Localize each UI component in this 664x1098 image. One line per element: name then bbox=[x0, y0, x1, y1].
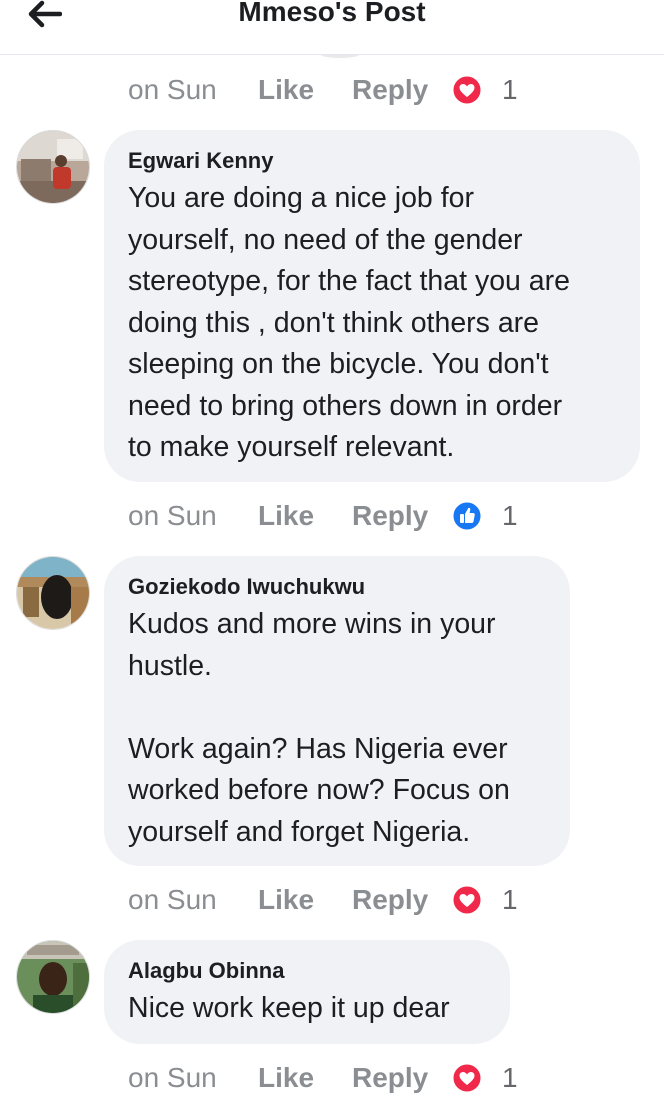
like-button[interactable]: Like bbox=[258, 884, 352, 916]
like-button[interactable]: Like bbox=[258, 500, 352, 532]
like-button[interactable]: Like bbox=[258, 74, 352, 106]
comment-author[interactable]: Egwari Kenny bbox=[128, 146, 616, 176]
comment-text: Kudos and more wins in your hustle. Work… bbox=[128, 608, 510, 848]
love-reaction-icon bbox=[452, 1063, 482, 1093]
reply-button[interactable]: Reply bbox=[352, 1062, 452, 1094]
post-comments-screen: Mmeso's Post on Sun Like Reply 1 Egwari … bbox=[0, 0, 664, 1098]
comment-timestamp[interactable]: on Sun bbox=[128, 1062, 258, 1094]
reaction-count: 1 bbox=[502, 884, 518, 915]
reply-button[interactable]: Reply bbox=[352, 884, 452, 916]
reaction-summary[interactable]: 1 bbox=[452, 884, 518, 916]
reaction-summary[interactable]: 1 bbox=[452, 74, 518, 106]
comment-timestamp[interactable]: on Sun bbox=[128, 500, 258, 532]
avatar[interactable] bbox=[16, 556, 90, 630]
comment-author[interactable]: Goziekodo Iwuchukwu bbox=[128, 572, 546, 602]
comment-actions: on Sun Like Reply 1 bbox=[128, 880, 518, 920]
comment-bubble[interactable]: Egwari Kenny You are doing a nice job fo… bbox=[104, 130, 640, 482]
reply-button[interactable]: Reply bbox=[352, 74, 452, 106]
avatar[interactable] bbox=[16, 130, 90, 204]
love-reaction-icon bbox=[452, 75, 482, 105]
reaction-count: 1 bbox=[502, 500, 518, 531]
app-header: Mmeso's Post bbox=[0, 0, 664, 55]
avatar[interactable] bbox=[16, 940, 90, 1014]
like-button[interactable]: Like bbox=[258, 1062, 352, 1094]
page-title: Mmeso's Post bbox=[238, 0, 426, 27]
reaction-summary[interactable]: 1 bbox=[452, 1062, 518, 1094]
comment-actions: on Sun Like Reply 1 bbox=[128, 1058, 518, 1098]
like-reaction-icon bbox=[452, 501, 482, 531]
comment-text: Nice work keep it up dear bbox=[128, 992, 450, 1024]
comment-text: You are doing a nice job for yourself, n… bbox=[128, 182, 571, 463]
reaction-count: 1 bbox=[502, 74, 518, 105]
reply-button[interactable]: Reply bbox=[352, 500, 452, 532]
love-reaction-icon bbox=[452, 885, 482, 915]
comment-bubble[interactable]: Alagbu Obinna Nice work keep it up dear bbox=[104, 940, 510, 1044]
comment-bubble[interactable]: Goziekodo Iwuchukwu Kudos and more wins … bbox=[104, 556, 570, 866]
comment-actions-previous: on Sun Like Reply 1 bbox=[128, 70, 518, 110]
reaction-count: 1 bbox=[502, 1062, 518, 1093]
comment-author[interactable]: Alagbu Obinna bbox=[128, 956, 486, 986]
comment-timestamp[interactable]: on Sun bbox=[128, 74, 258, 106]
comment-actions: on Sun Like Reply 1 bbox=[128, 496, 518, 536]
comment-timestamp[interactable]: on Sun bbox=[128, 884, 258, 916]
reaction-summary[interactable]: 1 bbox=[452, 500, 518, 532]
